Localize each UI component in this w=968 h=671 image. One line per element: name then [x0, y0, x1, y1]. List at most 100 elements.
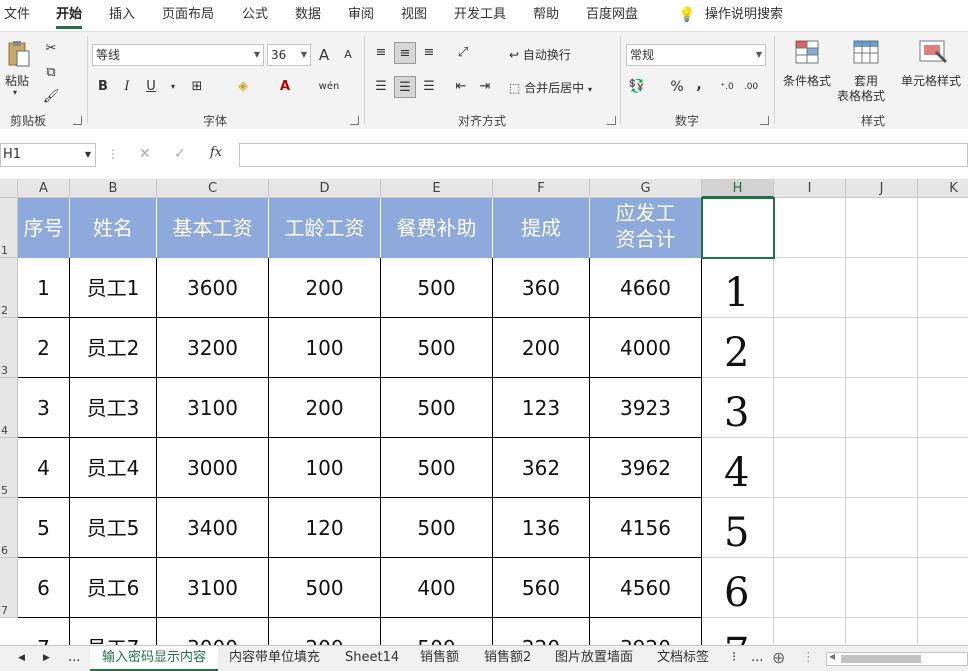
cell-c6[interactable]: 3400 [157, 498, 269, 558]
tab-review[interactable]: 审阅 [348, 0, 374, 31]
add-sheet-icon[interactable]: ⊕ [772, 646, 785, 671]
tab-formulas[interactable]: 公式 [242, 0, 268, 31]
copy-icon[interactable]: ⧉ [40, 62, 62, 84]
percent-button[interactable]: % [666, 76, 688, 98]
cell-j8[interactable] [846, 618, 918, 645]
cell-a1[interactable]: 序号 [18, 198, 70, 258]
orientation-icon[interactable]: ⤢ [452, 42, 474, 64]
bold-button[interactable]: B [92, 76, 114, 98]
cell-h2[interactable]: 1 [702, 258, 774, 318]
font-size-select[interactable]: 36 ▼ [267, 44, 311, 66]
cell-d6[interactable]: 120 [269, 498, 381, 558]
cell-c7[interactable]: 3100 [157, 558, 269, 618]
underline-button[interactable]: U [140, 76, 162, 98]
cell-h5[interactable]: 4 [702, 438, 774, 498]
cell-k6[interactable] [918, 498, 968, 558]
cell-i8[interactable] [774, 618, 846, 645]
cell-j6[interactable] [846, 498, 918, 558]
cell-h7[interactable]: 6 [702, 558, 774, 618]
cell-c2[interactable]: 3600 [157, 258, 269, 318]
align-middle-icon[interactable]: ≡ [394, 42, 416, 64]
cell-i4[interactable] [774, 378, 846, 438]
column-header-a[interactable]: A [18, 179, 70, 198]
cell-i2[interactable] [774, 258, 846, 318]
tab-insert[interactable]: 插入 [109, 0, 135, 31]
cell-g2[interactable]: 4660 [590, 258, 702, 318]
row-header-4[interactable]: 4 [0, 378, 18, 438]
cell-d1[interactable]: 工龄工资 [269, 198, 381, 258]
number-launcher-icon[interactable] [760, 116, 769, 125]
align-right-icon[interactable]: ☰ [418, 76, 440, 98]
cell-h6[interactable]: 5 [702, 498, 774, 558]
sheet-tab[interactable]: 文档标签 [657, 646, 709, 671]
cell-i7[interactable] [774, 558, 846, 618]
cell-c3[interactable]: 3200 [157, 318, 269, 378]
conditional-format-icon[interactable] [794, 38, 822, 69]
cell-e8[interactable]: 500 [381, 618, 493, 645]
enter-icon[interactable]: ✓ [174, 146, 186, 162]
increase-indent-icon[interactable]: ⇥ [474, 76, 496, 98]
row-header-2[interactable]: 2 [0, 258, 18, 318]
cell-c5[interactable]: 3000 [157, 438, 269, 498]
sheet-tab[interactable]: Sheet14 [345, 646, 399, 671]
cell-a8[interactable]: 7 [18, 618, 70, 645]
sheet-next-icon[interactable]: ▶ [43, 646, 50, 671]
font-color-icon[interactable]: A [274, 76, 296, 98]
clipboard-launcher-icon[interactable] [73, 116, 82, 125]
font-launcher-icon[interactable] [350, 116, 359, 125]
column-header-j[interactable]: J [846, 179, 918, 198]
cell-e1[interactable]: 餐费补助 [381, 198, 493, 258]
format-table-label-2[interactable]: 表格格式 [837, 87, 885, 104]
tab-file[interactable]: 文件 [4, 0, 30, 31]
formula-input[interactable] [239, 143, 968, 167]
italic-button[interactable]: I [116, 76, 138, 98]
tab-baidu-netdisk[interactable]: 百度网盘 [586, 0, 638, 31]
cell-i6[interactable] [774, 498, 846, 558]
column-header-d[interactable]: D [269, 179, 381, 198]
cell-e7[interactable]: 400 [381, 558, 493, 618]
cut-icon[interactable]: ✂ [40, 38, 62, 60]
sheet-tab-active[interactable]: 输入密码显示内容 [90, 646, 218, 671]
font-name-select[interactable]: 等线 ▼ [92, 44, 264, 66]
cell-d4[interactable]: 200 [269, 378, 381, 438]
cell-g5[interactable]: 3962 [590, 438, 702, 498]
cancel-icon[interactable]: ✕ [139, 146, 151, 162]
font-grow-button[interactable]: A [313, 44, 335, 66]
horizontal-scrollbar[interactable]: ◀ [826, 652, 968, 666]
cell-f8[interactable]: 220 [493, 618, 590, 645]
number-format-select[interactable]: 常规 ▼ [626, 44, 766, 66]
cell-f6[interactable]: 136 [493, 498, 590, 558]
scroll-left-icon[interactable]: ◀ [829, 652, 835, 661]
format-table-icon[interactable] [852, 38, 882, 69]
accounting-format-icon[interactable]: 💱 [626, 76, 648, 98]
underline-dropdown-icon[interactable]: ▾ [162, 76, 184, 98]
cell-h3[interactable]: 2 [702, 318, 774, 378]
cell-d5[interactable]: 100 [269, 438, 381, 498]
lightbulb-icon[interactable]: 💡 [678, 0, 695, 31]
fill-color-icon[interactable]: ◈ [232, 76, 254, 98]
decrease-indent-icon[interactable]: ⇤ [450, 76, 472, 98]
cell-e3[interactable]: 500 [381, 318, 493, 378]
cell-a5[interactable]: 4 [18, 438, 70, 498]
cell-b2[interactable]: 员工1 [70, 258, 157, 318]
increase-decimal-icon[interactable]: ⁺.0 [716, 76, 738, 98]
cell-k2[interactable] [918, 258, 968, 318]
conditional-format-button[interactable]: 条件格式 [783, 72, 831, 89]
cell-k5[interactable] [918, 438, 968, 498]
cell-a4[interactable]: 3 [18, 378, 70, 438]
decrease-decimal-icon[interactable]: .00 [740, 76, 762, 98]
cell-k8[interactable] [918, 618, 968, 645]
column-header-i[interactable]: I [774, 179, 846, 198]
cell-e6[interactable]: 500 [381, 498, 493, 558]
row-header-1[interactable]: 1 [0, 198, 18, 258]
cell-d7[interactable]: 500 [269, 558, 381, 618]
align-top-icon[interactable]: ≡ [370, 42, 392, 64]
cell-j2[interactable] [846, 258, 918, 318]
cell-k7[interactable] [918, 558, 968, 618]
cell-j3[interactable] [846, 318, 918, 378]
align-left-icon[interactable]: ☰ [370, 76, 392, 98]
cell-f3[interactable]: 200 [493, 318, 590, 378]
cell-f5[interactable]: 362 [493, 438, 590, 498]
column-header-c[interactable]: C [157, 179, 269, 198]
cell-f7[interactable]: 560 [493, 558, 590, 618]
